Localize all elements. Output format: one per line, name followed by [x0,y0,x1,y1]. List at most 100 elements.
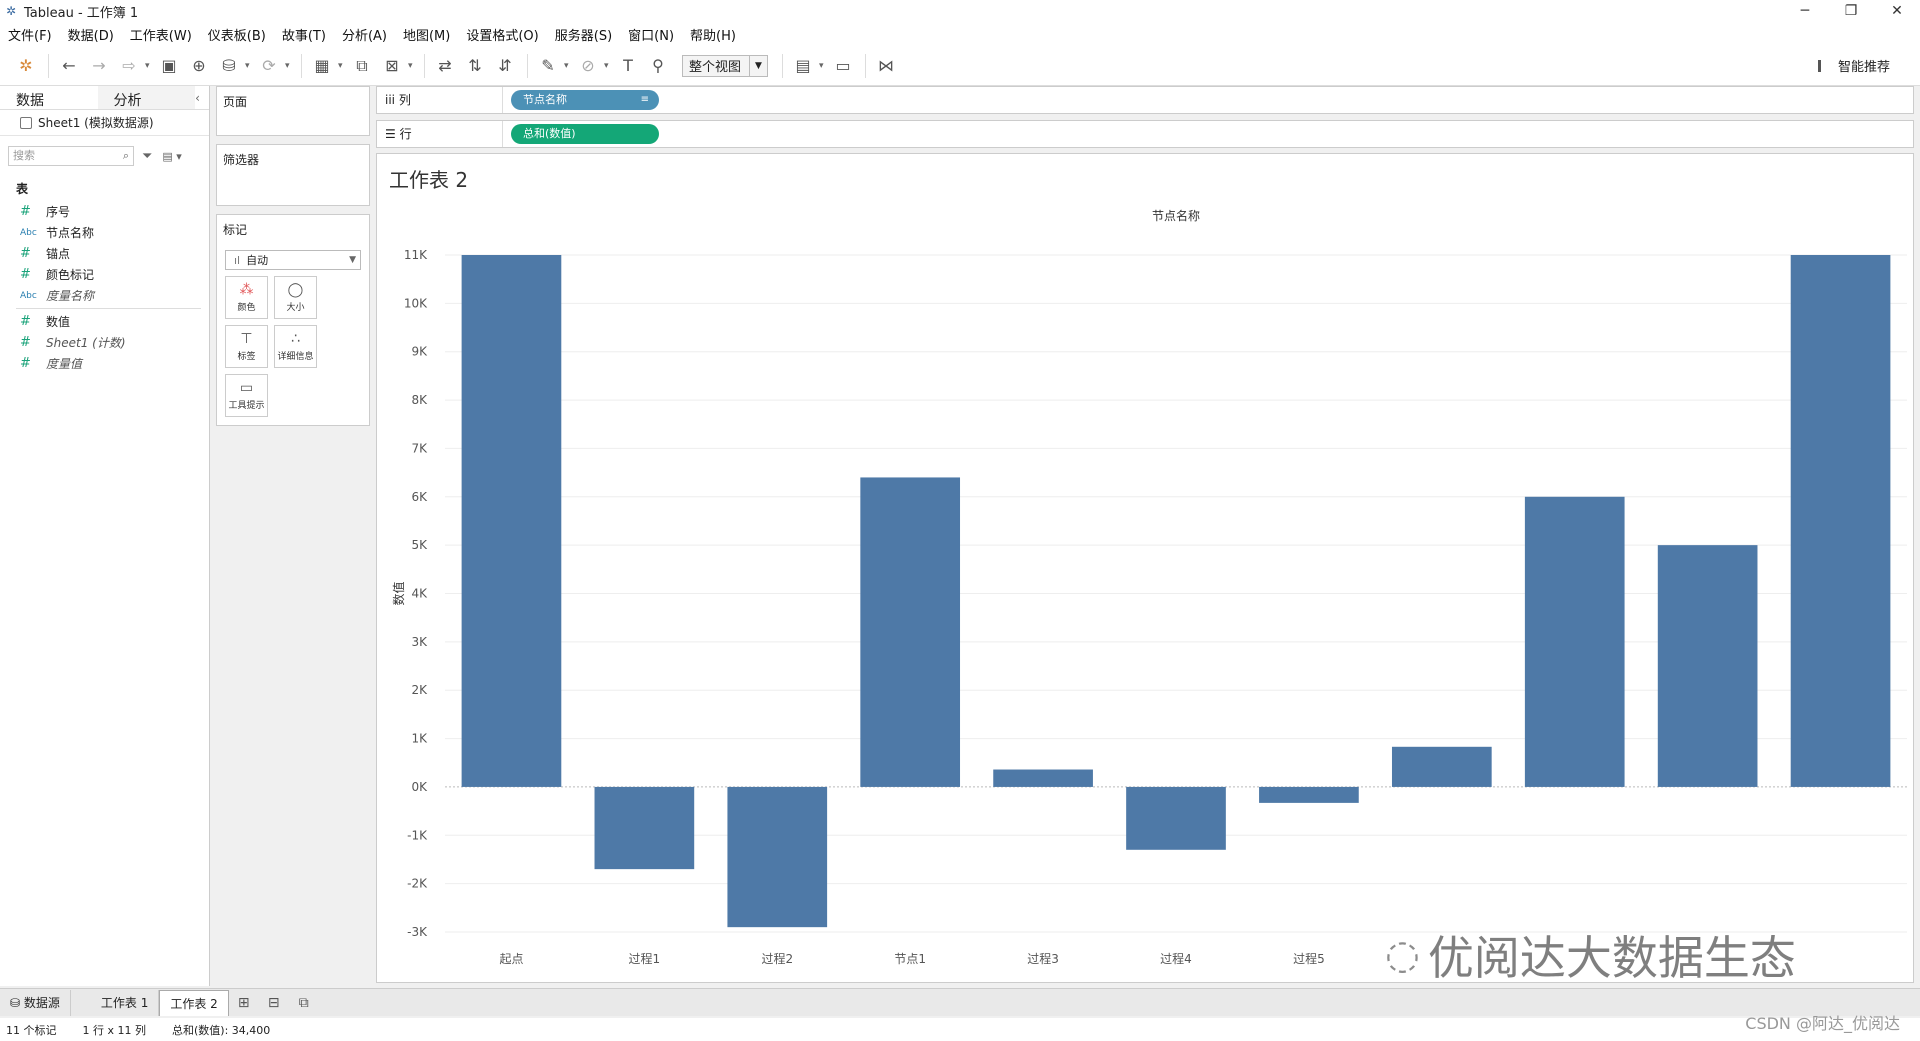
show-labels-icon[interactable]: T [614,52,642,80]
mark-type-select[interactable]: ıl 自动 ▼ [225,250,361,270]
refresh-icon[interactable]: ⟳ [255,52,283,80]
columns-shelf[interactable]: iii 列 节点名称 ≡ [376,86,1914,114]
restore-button[interactable]: ❐ [1828,0,1874,22]
datasource-tab-label: 数据源 [23,995,60,1010]
pages-card[interactable]: 页面 [216,86,370,136]
clear-dropdown-icon[interactable]: ▾ [408,61,418,71]
new-worksheet-dropdown-icon[interactable]: ▾ [338,61,348,71]
menu-server[interactable]: 服务器(S) [555,25,612,44]
tab-datasource[interactable]: ⛁ 数据源 [0,989,71,1016]
bar[interactable] [1391,746,1492,787]
datasource-item[interactable]: Sheet1 (模拟数据源) [0,110,209,136]
share-icon[interactable]: ⋈ [872,52,900,80]
tab-analysis[interactable]: 分析 [97,86,196,109]
label-button[interactable]: ⊤ 标签 [225,325,268,368]
chevron-down-icon: ▼ [749,55,767,76]
tooltip-button[interactable]: ▭ 工具提示 [225,374,268,417]
field-item[interactable]: # Sheet1 (计数) [0,332,209,353]
menu-story[interactable]: 故事(T) [282,25,326,44]
detail-button[interactable]: ∴ 详细信息 [274,325,317,368]
field-name: Sheet1 (计数) [46,336,126,350]
group-icon[interactable]: ⊘ [574,52,602,80]
menu-worksheet[interactable]: 工作表(W) [130,25,192,44]
menu-data[interactable]: 数据(D) [68,25,114,44]
bar[interactable] [1259,786,1359,803]
columns-pill[interactable]: 节点名称 ≡ [511,90,659,110]
sort-descending-icon[interactable]: ⇵ [491,52,519,80]
bar[interactable] [993,769,1093,787]
tab-sheet-2[interactable]: 工作表 2 [159,989,229,1016]
pause-update-icon[interactable]: ⛁ [215,52,243,80]
filter-icon[interactable]: ⏷ [142,149,152,164]
bar[interactable] [461,255,562,787]
rows-pill-label: 总和(数值) [523,127,576,140]
highlight-dropdown-icon[interactable]: ▾ [564,61,574,71]
show-me-button[interactable]: 智能推荐 [1817,56,1890,75]
bar[interactable] [1524,496,1625,787]
tab-data[interactable]: 数据 [0,86,98,109]
replay-icon[interactable]: ⇨ [115,52,143,80]
menu-map[interactable]: 地图(M) [403,25,450,44]
menu-format[interactable]: 设置格式(O) [466,25,538,44]
bar[interactable] [1790,255,1891,787]
field-item[interactable]: # 数值 [0,311,209,332]
rows-pill[interactable]: 总和(数值) [511,124,659,144]
sort-ascending-icon[interactable]: ⇅ [461,52,489,80]
collapse-pane-icon[interactable]: ‹ [195,86,209,109]
field-item[interactable]: # 度量值 [0,353,209,374]
field-item[interactable]: # 序号 [0,201,209,222]
field-item[interactable]: # 锚点 [0,243,209,264]
new-worksheet-tab-icon[interactable]: ⊞ [229,995,259,1011]
replay-dropdown-icon[interactable]: ▾ [145,61,155,71]
status-marks-count: 11 个标记 [6,1023,57,1037]
x-tick-label: 过程2 [761,951,793,966]
show-cards-icon[interactable]: ▤ [789,52,817,80]
swap-rows-columns-icon[interactable]: ⇄ [431,52,459,80]
menu-file[interactable]: 文件(F) [8,25,52,44]
color-button[interactable]: ⁂ 颜色 [225,276,268,319]
menu-window[interactable]: 窗口(N) [628,25,674,44]
fix-axes-icon[interactable]: ⚲ [644,52,672,80]
search-input[interactable]: 搜索 ⌕ [8,146,134,166]
y-tick-label: 7K [411,441,428,455]
bar[interactable] [860,477,961,787]
bar[interactable] [594,786,695,870]
show-cards-dropdown-icon[interactable]: ▾ [819,61,829,71]
tab-sheet-1[interactable]: 工作表 1 [91,989,160,1016]
tableau-start-icon[interactable]: ✲ [12,52,40,80]
minimize-button[interactable]: ─ [1782,0,1828,22]
redo-icon[interactable]: → [85,52,113,80]
bar[interactable] [727,786,828,928]
bar[interactable] [1657,545,1758,787]
search-placeholder: 搜索 [13,149,35,162]
filters-card[interactable]: 筛选器 [216,144,370,206]
marks-buttons: ⁂ 颜色 ◯ 大小 ⊤ 标签 ∴ 详细信息 ▭ 工具提示 [217,276,369,423]
undo-icon[interactable]: ← [55,52,83,80]
highlight-icon[interactable]: ✎ [534,52,562,80]
datasource-dropdown-icon[interactable]: ▾ [245,61,255,71]
title-bar: ✲ Tableau - 工作簿 1 ─ ❐ ✕ [0,0,1920,22]
size-button[interactable]: ◯ 大小 [274,276,317,319]
save-icon[interactable]: ▣ [155,52,183,80]
menu-help[interactable]: 帮助(H) [690,25,736,44]
clear-sheet-icon[interactable]: ⊠ [378,52,406,80]
duplicate-sheet-icon[interactable]: ⧉ [348,52,376,80]
rows-shelf[interactable]: ☰ 行 总和(数值) [376,120,1914,148]
new-worksheet-icon[interactable]: ▦ [308,52,336,80]
field-item[interactable]: Abc 度量名称 [0,285,209,306]
fit-view-select[interactable]: 整个视图 ▼ [682,54,768,77]
field-item[interactable]: # 颜色标记 [0,264,209,285]
group-dropdown-icon[interactable]: ▾ [604,61,614,71]
new-dashboard-tab-icon[interactable]: ⊟ [259,995,289,1011]
menu-analysis[interactable]: 分析(A) [342,25,387,44]
close-button[interactable]: ✕ [1874,0,1920,22]
new-datasource-icon[interactable]: ⊕ [185,52,213,80]
field-item[interactable]: Abc 节点名称 [0,222,209,243]
presentation-mode-icon[interactable]: ▭ [829,52,857,80]
view-options-icon[interactable]: ▤ ▾ [162,150,181,163]
bar[interactable] [1126,786,1226,850]
bar-chart: 节点名称 -3K -2K -1K 0K 1K 2K 3K 4K 5K 6K 7K 8K 9K 10K 11K 数… [391,208,1907,966]
menu-dashboard[interactable]: 仪表板(B) [208,25,266,44]
new-story-tab-icon[interactable]: ⧉ [289,995,319,1011]
refresh-dropdown-icon[interactable]: ▾ [285,61,295,71]
